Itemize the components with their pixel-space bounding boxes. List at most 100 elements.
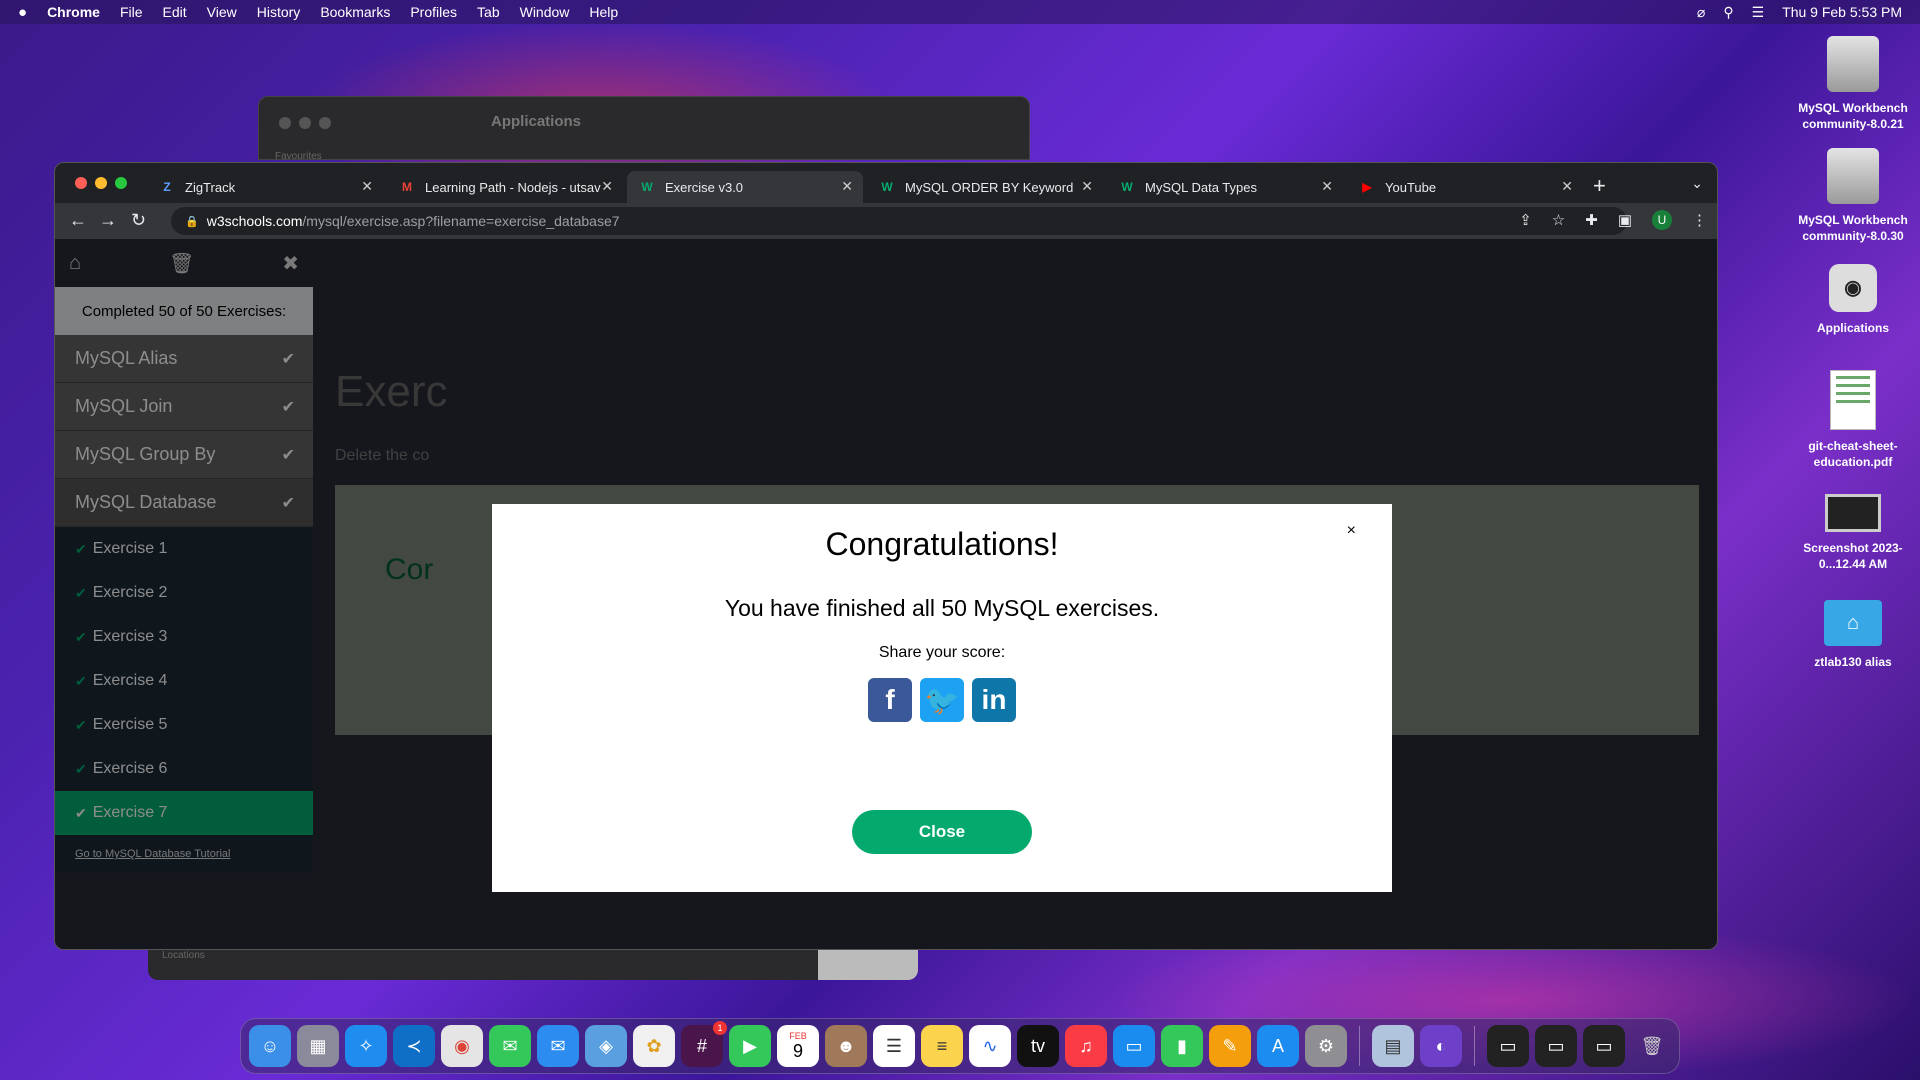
side-panel-icon[interactable]: ▣ (1618, 211, 1632, 229)
desktop-icon-ztlab130-alias[interactable]: ⌂ ztlab130 alias (1788, 600, 1918, 670)
vscode-icon[interactable]: ≺ (393, 1025, 435, 1067)
facetime-icon[interactable]: ▶ (729, 1025, 771, 1067)
youtube-favicon: ▶ (1362, 180, 1372, 194)
spotlight-search-icon[interactable]: ⚲ (1723, 4, 1733, 21)
disk-icon (1827, 36, 1879, 92)
photos-icon[interactable]: ✿ (633, 1025, 675, 1067)
preview-icon[interactable]: ▤ (1372, 1025, 1414, 1067)
tab-zigtrack[interactable]: Z ZigTrack ✕ (147, 171, 383, 203)
maps-icon[interactable]: ◈ (585, 1025, 627, 1067)
desktop-icon-mysql-workbench-21[interactable]: MySQL Workbench community-8.0.21 (1788, 36, 1918, 132)
calendar-day: 9 (792, 1041, 803, 1061)
finder-icon[interactable]: ☺ (249, 1025, 291, 1067)
finder-window[interactable]: Applications Favourites (258, 96, 1030, 162)
system-settings-icon[interactable]: ⚙ (1305, 1025, 1347, 1067)
app-store-icon[interactable]: A (1257, 1025, 1299, 1067)
safari-icon[interactable]: ✧ (345, 1025, 387, 1067)
gmail-favicon: M (402, 180, 412, 194)
tab-close-icon[interactable]: ✕ (1321, 178, 1333, 195)
minimized-window-thumbnail-icon[interactable]: ▭ (1487, 1025, 1529, 1067)
desktop-icon-label: git-cheat-sheet-education.pdf (1808, 439, 1898, 469)
trash-icon[interactable]: 🗑 (1631, 1025, 1673, 1067)
tab-data-types[interactable]: W MySQL Data Types ✕ (1107, 171, 1343, 203)
finder-title: Applications (491, 113, 582, 130)
forward-arrow-icon[interactable]: → (99, 210, 117, 231)
desktop-icon-label: Screenshot 2023-0...12.44 AM (1803, 541, 1903, 571)
menu-edit[interactable]: Edit (163, 4, 187, 20)
apple-tv-icon[interactable]: tv (1017, 1025, 1059, 1067)
desktop-icon-git-cheat-sheet[interactable]: git-cheat-sheet-education.pdf (1788, 370, 1918, 470)
share-icon[interactable]: ⇪ (1519, 211, 1532, 229)
tab-close-icon[interactable]: ✕ (361, 178, 373, 195)
window-controls (75, 177, 127, 189)
dock-separator (1474, 1026, 1475, 1066)
minimize-window-button[interactable] (95, 177, 107, 189)
pages-icon[interactable]: ✎ (1209, 1025, 1251, 1067)
tab-youtube[interactable]: ▶ YouTube ✕ (1347, 171, 1583, 203)
menu-app-name[interactable]: Chrome (47, 4, 100, 20)
menu-view[interactable]: View (207, 4, 237, 20)
menu-bookmarks[interactable]: Bookmarks (320, 4, 390, 20)
menu-tab[interactable]: Tab (477, 4, 500, 20)
desktop-icon-screenshot[interactable]: Screenshot 2023-0...12.44 AM (1788, 494, 1918, 572)
mail-icon[interactable]: ✉ (537, 1025, 579, 1067)
congratulations-modal: × Congratulations! You have finished all… (492, 504, 1392, 892)
menu-help[interactable]: Help (589, 4, 618, 20)
maximize-window-button[interactable] (115, 177, 127, 189)
dock-separator (1359, 1026, 1360, 1066)
menu-window[interactable]: Window (520, 4, 570, 20)
twitter-icon[interactable]: 🐦 (920, 678, 964, 722)
menu-file[interactable]: File (120, 4, 143, 20)
new-tab-button[interactable]: + (1593, 173, 1606, 199)
bookmark-star-icon[interactable]: ☆ (1552, 211, 1565, 229)
back-arrow-icon[interactable]: ← (69, 210, 87, 231)
tab-learning-path[interactable]: M Learning Path - Nodejs - utsav ✕ (387, 171, 623, 203)
facebook-icon[interactable]: f (868, 678, 912, 722)
messages-icon[interactable]: ✉ (489, 1025, 531, 1067)
github-desktop-icon[interactable]: ◐ (1420, 1025, 1462, 1067)
calendar-icon[interactable]: FEB 9 (777, 1025, 819, 1067)
finder-favourites-label: Favourites (275, 151, 322, 162)
control-center-icon[interactable]: ☰ (1752, 4, 1765, 21)
tab-close-icon[interactable]: ✕ (841, 178, 853, 195)
freeform-icon[interactable]: ∿ (969, 1025, 1011, 1067)
kebab-menu-icon[interactable]: ⋮ (1692, 211, 1707, 229)
wifi-off-icon[interactable]: ⌀ (1697, 4, 1705, 21)
tab-exercise[interactable]: W Exercise v3.0 ✕ (627, 171, 863, 203)
menu-profiles[interactable]: Profiles (410, 4, 457, 20)
finder-window-controls[interactable] (279, 117, 331, 129)
close-button[interactable]: Close (852, 810, 1032, 854)
contacts-icon[interactable]: ☻ (825, 1025, 867, 1067)
finder-locations-label: Locations (162, 950, 205, 961)
notes-icon[interactable]: ≡ (921, 1025, 963, 1067)
minimized-window-thumbnail-icon[interactable]: ▭ (1583, 1025, 1625, 1067)
linkedin-icon[interactable]: in (972, 678, 1016, 722)
chrome-icon[interactable]: ◉ (441, 1025, 483, 1067)
profile-avatar[interactable]: U (1652, 210, 1672, 230)
minimized-window-thumbnail-icon[interactable]: ▭ (1535, 1025, 1577, 1067)
apple-menu-icon[interactable]: ● (18, 4, 27, 21)
extensions-puzzle-icon[interactable]: ✚ (1585, 211, 1598, 229)
desktop-icon-applications[interactable]: ◉ Applications (1788, 264, 1918, 336)
desktop-icon-mysql-workbench-30[interactable]: MySQL Workbench community-8.0.30 (1788, 148, 1918, 244)
reminders-icon[interactable]: ☰ (873, 1025, 915, 1067)
slack-icon[interactable]: # 1 (681, 1021, 727, 1067)
url-bar[interactable]: 🔒 w3schools.com /mysql/exercise.asp?file… (171, 207, 1627, 235)
pdf-icon (1830, 370, 1876, 430)
menu-history[interactable]: History (257, 4, 301, 20)
tab-close-icon[interactable]: ✕ (1561, 178, 1573, 195)
tab-order-by[interactable]: W MySQL ORDER BY Keyword ✕ (867, 171, 1103, 203)
keynote-icon[interactable]: ▭ (1113, 1025, 1155, 1067)
close-window-button[interactable] (75, 177, 87, 189)
tab-search-chevron-icon[interactable]: ⌄ (1691, 175, 1703, 192)
reload-icon[interactable]: ↻ (131, 210, 146, 231)
modal-close-icon[interactable]: × (1347, 522, 1356, 540)
slack-badge: 1 (713, 1021, 727, 1035)
music-icon[interactable]: ♫ (1065, 1025, 1107, 1067)
tab-close-icon[interactable]: ✕ (1081, 178, 1093, 195)
numbers-icon[interactable]: ▮ (1161, 1025, 1203, 1067)
address-bar-row: ← → ↻ 🔒 w3schools.com /mysql/exercise.as… (55, 203, 1717, 239)
menubar-clock[interactable]: Thu 9 Feb 5:53 PM (1782, 4, 1902, 20)
tab-close-icon[interactable]: ✕ (601, 178, 613, 195)
launchpad-icon[interactable]: ▦ (297, 1025, 339, 1067)
